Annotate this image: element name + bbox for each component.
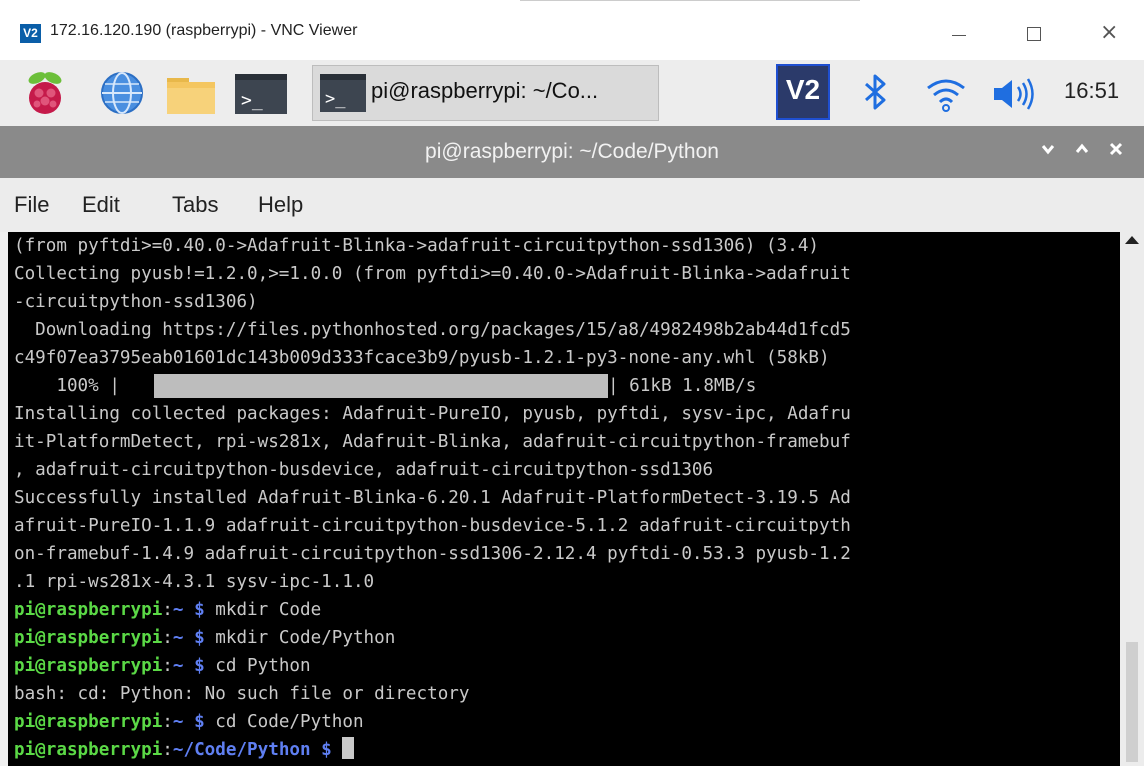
terminal-line: it-PlatformDetect, rpi-ws281x, Adafruit-… (14, 432, 851, 452)
prompt-dollar: $ (183, 656, 205, 676)
prompt-line: pi@raspberrypi:~ $ mkdir Code (14, 596, 321, 624)
terminal-line: afruit-PureIO-1.1.9 adafruit-circuitpyth… (14, 516, 851, 536)
terminal-icon[interactable]: >_ (233, 68, 287, 118)
terminal-titlebar: pi@raspberrypi: ~/Code/Python (0, 126, 1144, 178)
prompt-dollar: $ (183, 600, 205, 620)
bluetooth-icon[interactable] (862, 72, 890, 114)
svg-text:>_: >_ (241, 90, 263, 111)
close-button[interactable]: × (1088, 14, 1128, 52)
close-icon: × (1100, 20, 1119, 45)
command-text: cd Code/Python (204, 712, 364, 732)
terminal-line: .1 rpi-ws281x-4.3.1 sysv-ipc-1.1.0 (14, 572, 375, 592)
vnc-viewer-logo-icon: V2 (20, 24, 41, 43)
wifi-icon[interactable] (924, 74, 968, 114)
prompt-colon: : (162, 740, 173, 760)
vnc-server-tray-icon[interactable]: V2 (776, 64, 830, 120)
taskbar-terminal-task-button[interactable]: >_ pi@raspberrypi: ~/Co... (312, 65, 659, 121)
terminal-maximize-button[interactable] (1074, 138, 1090, 162)
error-line: bash: cd: Python: No such file or direct… (14, 684, 470, 704)
terminal-line: Downloading https://files.pythonhosted.o… (14, 320, 851, 340)
terminal-menubar: File Edit Tabs Help (0, 178, 1144, 232)
taskbar: >_ >_ pi@raspberrypi: ~/Co... V2 16:51 (0, 60, 1144, 126)
volume-icon[interactable] (990, 74, 1038, 114)
terminal-minimize-button[interactable] (1040, 138, 1056, 162)
download-progress-label: 100% | (14, 376, 120, 396)
terminal-line: Collecting pyusb!=1.2.0,>=1.0.0 (from py… (14, 264, 851, 284)
menu-file[interactable]: File (14, 192, 49, 218)
file-manager-icon[interactable] (163, 68, 215, 118)
prompt-user: pi@raspberrypi (14, 740, 163, 760)
task-label: pi@raspberrypi: ~/Co... (371, 78, 599, 103)
clock[interactable]: 16:51 (1064, 78, 1119, 104)
terminal-scrollbar[interactable] (1120, 232, 1144, 766)
prompt-dollar: $ (183, 628, 205, 648)
terminal-output-area[interactable]: (from pyftdi>=0.40.0->Adafruit-Blinka->a… (8, 232, 1120, 766)
menu-help[interactable]: Help (258, 192, 303, 218)
terminal-line: on-framebuf-1.4.9 adafruit-circuitpython… (14, 544, 851, 564)
menu-edit[interactable]: Edit (82, 192, 120, 218)
scroll-up-arrow-icon[interactable] (1125, 236, 1139, 244)
download-progress-speed: | 61kB 1.8MB/s (608, 376, 757, 396)
prompt-user: pi@raspberrypi (14, 628, 163, 648)
command-text: mkdir Code/Python (204, 628, 396, 648)
maximize-button[interactable] (1014, 14, 1054, 52)
prompt-line: pi@raspberrypi:~ $ cd Python (14, 652, 311, 680)
download-progress-bar (154, 374, 608, 398)
prompt-colon: : (162, 628, 173, 648)
prompt-user: pi@raspberrypi (14, 712, 163, 732)
web-browser-icon[interactable] (97, 68, 147, 118)
prompt-path: ~ (172, 600, 184, 620)
prompt-dollar: $ (310, 740, 332, 760)
scrollbar-thumb[interactable] (1126, 642, 1138, 762)
prompt-line: pi@raspberrypi:~ $ cd Code/Python (14, 708, 364, 736)
prompt-user: pi@raspberrypi (14, 600, 163, 620)
terminal-close-button[interactable] (1108, 138, 1124, 162)
command-text: mkdir Code (204, 600, 322, 620)
prompt-user: pi@raspberrypi (14, 656, 163, 676)
terminal-line: , adafruit-circuitpython-busdevice, adaf… (14, 460, 714, 480)
window-title: 172.16.120.190 (raspberrypi) - VNC Viewe… (50, 22, 358, 39)
minimize-button[interactable] (940, 14, 980, 52)
terminal-window-title: pi@raspberrypi: ~/Code/Python (425, 140, 719, 163)
prompt-dollar: $ (183, 712, 205, 732)
prompt-path: ~ (172, 628, 184, 648)
background-window-edge (520, 0, 860, 9)
prompt-colon: : (162, 656, 173, 676)
prompt-path: ~/Code/Python (172, 740, 311, 760)
prompt-path: ~ (172, 656, 184, 676)
menu-tabs[interactable]: Tabs (172, 192, 218, 218)
prompt-line: pi@raspberrypi:~ $ mkdir Code/Python (14, 624, 395, 652)
terminal-line: c49f07ea3795eab01601dc143b009d333fcace3b… (14, 348, 830, 368)
prompt-colon: : (162, 600, 173, 620)
prompt-colon: : (162, 712, 173, 732)
text-cursor (342, 737, 355, 759)
terminal-line: Installing collected packages: Adafruit-… (14, 404, 851, 424)
terminal-line: Successfully installed Adafruit-Blinka-6… (14, 488, 851, 508)
terminal-line: -circuitpython-ssd1306) (14, 292, 258, 312)
command-text: cd Python (204, 656, 311, 676)
current-prompt-line[interactable]: pi@raspberrypi:~/Code/Python $ (14, 736, 355, 764)
terminal-icon: >_ (319, 70, 367, 116)
vnc-viewer-titlebar: V2 172.16.120.190 (raspberrypi) - VNC Vi… (0, 0, 1144, 60)
terminal-line: (from pyftdi>=0.40.0->Adafruit-Blinka->a… (14, 236, 820, 256)
command-text (332, 740, 343, 760)
prompt-path: ~ (172, 712, 184, 732)
raspberry-menu-icon[interactable] (20, 68, 70, 118)
svg-text:>_: >_ (325, 89, 346, 109)
